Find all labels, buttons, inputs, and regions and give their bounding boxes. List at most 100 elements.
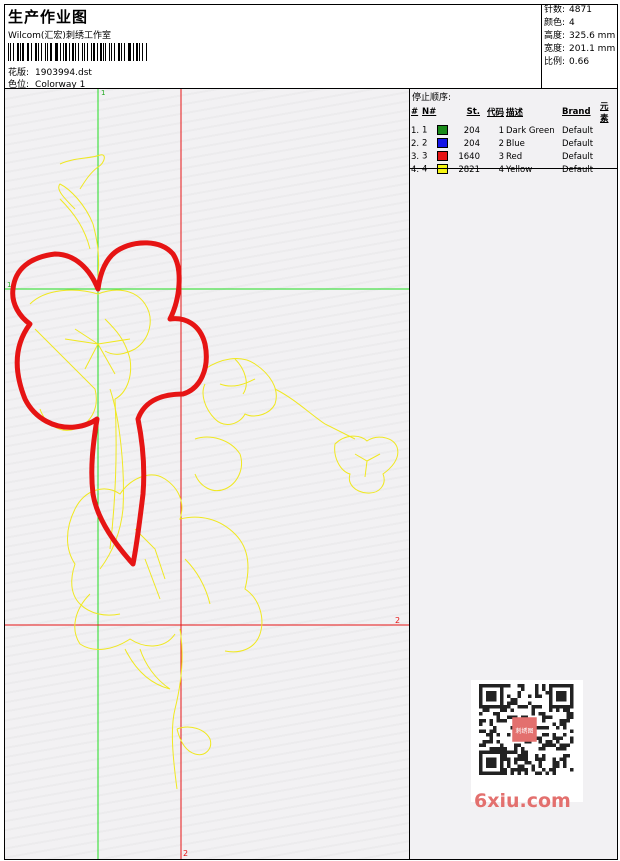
qr-module <box>521 757 525 761</box>
center-leaf-outline <box>99 388 124 570</box>
qr-module <box>552 771 556 775</box>
qr-module <box>556 747 560 751</box>
barcode-bar <box>26 43 28 61</box>
qr-module <box>500 743 504 747</box>
qr-module <box>489 719 493 723</box>
barcode-bar <box>81 43 83 61</box>
table-row: 2. 2 204 2 Blue Default <box>410 137 617 150</box>
qr-module <box>528 701 532 705</box>
qr-module <box>542 754 546 758</box>
qr-module <box>507 701 511 705</box>
green-top-marker: 1 <box>101 89 105 97</box>
qr-module <box>563 754 567 758</box>
qr-module <box>542 684 546 688</box>
qr-module <box>545 691 549 695</box>
bottom-bud-outline <box>124 648 171 690</box>
row-needle: 4 <box>421 163 453 176</box>
qr-module <box>563 722 567 726</box>
barcode-bar <box>68 43 70 61</box>
barcode-bar <box>145 43 148 61</box>
center-leaf-vein <box>109 398 117 550</box>
qr-module <box>500 719 504 723</box>
qr-finder-core <box>556 691 567 702</box>
row-brand: Default <box>562 151 594 162</box>
qr-module <box>496 733 500 737</box>
qr-code: 刺绣图 <box>471 680 583 802</box>
barcode-bar <box>38 43 40 61</box>
qr-module <box>479 712 483 716</box>
qr-module <box>549 768 553 772</box>
col-description: 描述 <box>506 108 524 118</box>
lower-stamen-line <box>184 558 211 605</box>
barcode-bar <box>59 43 61 61</box>
qr-module <box>538 736 542 740</box>
barcode-bar <box>102 43 104 61</box>
qr-module <box>563 743 567 747</box>
qr-module <box>507 733 511 737</box>
bottom-petal-outline <box>74 593 176 650</box>
inner-petal-outline <box>29 289 151 355</box>
row-brand: Default <box>562 125 594 136</box>
qr-module <box>489 733 493 737</box>
col-stitches: St. <box>466 107 480 117</box>
qr-module <box>489 740 493 744</box>
qr-module <box>563 733 567 737</box>
qr-module <box>542 743 546 747</box>
barcode-bar <box>8 43 10 61</box>
qr-module <box>535 757 539 761</box>
qr-module <box>556 726 560 730</box>
row-code: 4 <box>498 164 504 175</box>
qr-module <box>563 719 567 723</box>
row-index: 4. <box>411 164 420 175</box>
row-stitches: 2821 <box>458 164 480 175</box>
qr-module <box>538 740 542 744</box>
qr-module <box>542 733 546 737</box>
col-brand: Brand <box>562 107 591 117</box>
qr-module <box>521 768 525 772</box>
qr-module <box>542 726 546 730</box>
qr-module <box>538 757 542 761</box>
qr-module <box>517 705 521 709</box>
qr-module <box>570 712 574 716</box>
qr-module <box>521 750 525 754</box>
qr-module <box>493 729 497 733</box>
qr-module <box>496 712 500 716</box>
qr-module <box>517 764 521 768</box>
qr-module <box>535 687 539 691</box>
col-code: 代码 <box>486 108 504 118</box>
barcode-bar <box>28 43 30 61</box>
qr-module <box>535 694 539 698</box>
qr-module <box>524 757 528 761</box>
qr-finder-core <box>486 691 497 702</box>
row-index: 2. <box>411 138 420 149</box>
qr-module <box>535 771 539 775</box>
qr-module <box>514 698 518 702</box>
qr-module <box>514 757 518 761</box>
qr-module <box>486 708 490 712</box>
qr-module <box>496 740 500 744</box>
row-brand: Default <box>562 138 594 149</box>
barcode-bar <box>100 43 102 61</box>
qr-module <box>521 764 525 768</box>
qr-module <box>493 726 497 730</box>
qr-module <box>486 740 490 744</box>
qr-module <box>531 764 535 768</box>
qr-module <box>479 722 483 726</box>
qr-module <box>503 684 507 688</box>
right-flower-stamen <box>219 358 256 395</box>
qr-module <box>503 705 507 709</box>
qr-module <box>542 715 546 719</box>
qr-module <box>510 771 514 775</box>
table-header-row: # N# St. 代码 描述 Brand 元素 <box>410 100 617 124</box>
qr-finder-core <box>486 757 497 768</box>
qr-module <box>563 761 567 765</box>
qr-module <box>489 736 493 740</box>
qr-module <box>535 684 539 688</box>
red-right-marker: 2 <box>395 616 400 625</box>
table-row: 4. 4 2821 4 Yellow Default <box>410 163 617 176</box>
qr-module <box>545 743 549 747</box>
qr-module <box>528 694 532 698</box>
stat-height: 高度: 325.6 mm <box>544 31 616 41</box>
barcode-bar <box>139 43 141 61</box>
qr-module <box>552 743 556 747</box>
